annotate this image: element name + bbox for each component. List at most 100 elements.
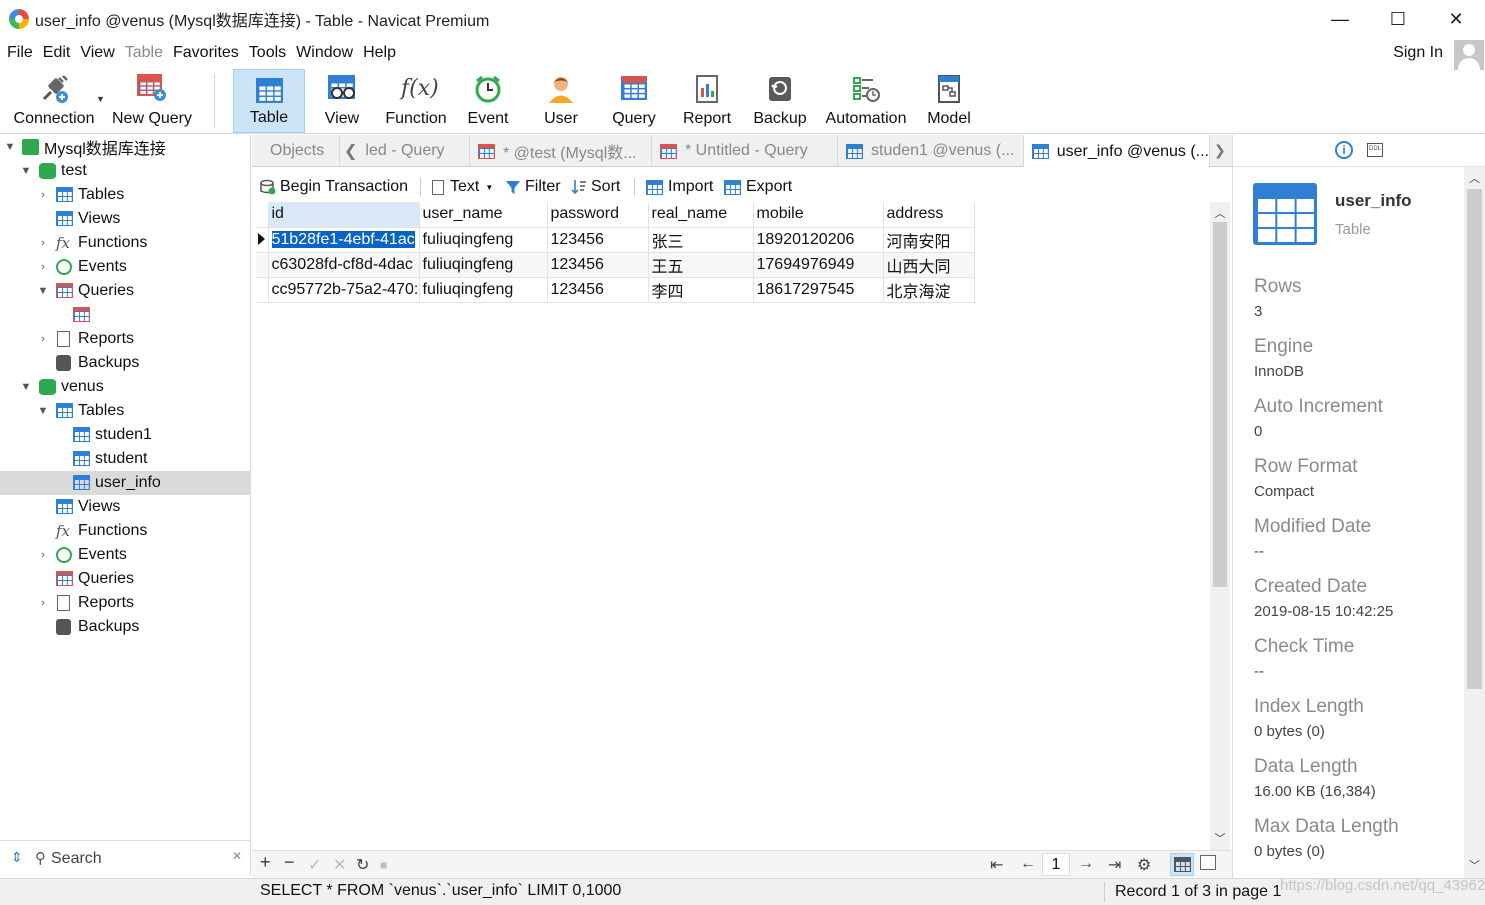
collapse-arrow-icon[interactable]: ▼ bbox=[36, 285, 50, 297]
row-header[interactable] bbox=[256, 252, 269, 278]
add-record-button[interactable]: + bbox=[260, 852, 271, 873]
tab-objects[interactable]: Objects bbox=[252, 135, 340, 167]
tree-test-backups[interactable]: Backups bbox=[0, 351, 250, 375]
scroll-right-icon[interactable]: ❯ bbox=[1214, 142, 1226, 159]
search-input[interactable]: Search bbox=[51, 850, 102, 868]
scrollbar-thumb[interactable] bbox=[1467, 189, 1482, 689]
tab-user-info[interactable]: user_info @venus (... bbox=[1024, 135, 1210, 168]
query-button[interactable]: Query bbox=[602, 69, 666, 133]
function-button[interactable]: f(x) Function bbox=[380, 69, 452, 133]
table-row[interactable]: c63028fd-cf8d-4dac fuliuqingfeng 123456 … bbox=[256, 252, 975, 278]
tree-test-query-item[interactable] bbox=[0, 303, 250, 327]
avatar-icon[interactable] bbox=[1454, 40, 1484, 70]
tree-connection[interactable]: ▼ Mysql数据库连接 bbox=[0, 135, 250, 159]
table-cell[interactable]: 李四 bbox=[648, 277, 754, 303]
collapse-arrow-icon[interactable]: ▼ bbox=[19, 165, 33, 177]
table-cell[interactable]: 18920120206 bbox=[753, 227, 884, 253]
connection-button[interactable]: Connection bbox=[8, 69, 100, 133]
sort-button[interactable]: Sort bbox=[571, 176, 620, 198]
tree-venus-functions[interactable]: fx Functions bbox=[0, 519, 250, 543]
begin-transaction-button[interactable]: Begin Transaction bbox=[260, 176, 408, 198]
menu-window[interactable]: Window bbox=[296, 44, 353, 62]
scroll-up-icon[interactable]: ︿ bbox=[1464, 170, 1485, 186]
tree-table-student[interactable]: student bbox=[0, 447, 250, 471]
tab-test-query[interactable]: * @test (Mysql数... bbox=[470, 135, 652, 167]
first-page-button[interactable]: ⇤ bbox=[990, 855, 1003, 875]
tree-test-queries[interactable]: ▼ Queries bbox=[0, 279, 250, 303]
collapse-arrow-icon[interactable]: ▼ bbox=[19, 381, 33, 393]
model-button[interactable]: Model bbox=[920, 69, 978, 133]
menu-favorites[interactable]: Favorites bbox=[173, 44, 239, 62]
clear-search-icon[interactable]: ✕ bbox=[232, 849, 242, 863]
table-cell[interactable]: 123456 bbox=[547, 227, 649, 253]
scroll-down-icon[interactable]: ﹀ bbox=[1464, 857, 1485, 873]
automation-button[interactable]: Automation bbox=[818, 69, 914, 133]
table-cell[interactable]: 山西大同 bbox=[883, 252, 975, 278]
form-view-button[interactable] bbox=[1200, 855, 1216, 874]
expand-arrow-icon[interactable]: › bbox=[36, 333, 50, 345]
table-row[interactable]: 51b28fe1-4ebf-41ac fuliuqingfeng 123456 … bbox=[256, 227, 975, 253]
table-row[interactable]: cc95772b-75a2-470: fuliuqingfeng 123456 … bbox=[256, 277, 975, 303]
close-button[interactable]: ✕ bbox=[1427, 0, 1485, 38]
table-cell[interactable]: 51b28fe1-4ebf-41ac bbox=[268, 227, 420, 253]
table-button[interactable]: Table bbox=[233, 69, 305, 133]
expand-arrow-icon[interactable]: › bbox=[36, 549, 50, 561]
column-header-mobile[interactable]: mobile bbox=[753, 202, 884, 228]
import-button[interactable]: Import bbox=[646, 176, 713, 198]
table-cell[interactable]: 123456 bbox=[547, 252, 649, 278]
page-number-input[interactable]: 1 bbox=[1042, 853, 1070, 876]
column-header-real-name[interactable]: real_name bbox=[648, 202, 754, 228]
table-cell[interactable]: 123456 bbox=[547, 277, 649, 303]
tree-table-studen1[interactable]: studen1 bbox=[0, 423, 250, 447]
new-query-button[interactable]: New Query bbox=[106, 69, 198, 133]
filter-toggle-icon[interactable]: ⇕ bbox=[11, 849, 23, 866]
scroll-up-icon[interactable]: ︿ bbox=[1210, 205, 1230, 221]
column-header-user-name[interactable]: user_name bbox=[419, 202, 548, 228]
ddl-icon[interactable]: DDL bbox=[1367, 143, 1383, 157]
last-page-button[interactable]: ⇥ bbox=[1108, 855, 1121, 875]
column-header-address[interactable]: address bbox=[883, 202, 975, 228]
sign-in-link[interactable]: Sign In bbox=[1393, 44, 1443, 62]
tab-query-1[interactable]: ❮ led - Query bbox=[340, 135, 470, 167]
current-row-indicator-icon[interactable] bbox=[256, 227, 269, 253]
row-header[interactable] bbox=[256, 277, 269, 303]
expand-arrow-icon[interactable]: › bbox=[36, 189, 50, 201]
table-cell[interactable]: 张三 bbox=[648, 227, 754, 253]
event-button[interactable]: Event bbox=[458, 69, 518, 133]
menu-help[interactable]: Help bbox=[363, 44, 396, 62]
view-button[interactable]: View bbox=[308, 69, 376, 133]
tree-venus-views[interactable]: Views bbox=[0, 495, 250, 519]
info-panel-scrollbar[interactable]: ︿ ﹀ bbox=[1464, 167, 1485, 878]
menu-table[interactable]: Table bbox=[125, 44, 163, 62]
refresh-button[interactable]: ↻ bbox=[356, 855, 369, 875]
tree-test-tables[interactable]: › Tables bbox=[0, 183, 250, 207]
tab-studen1[interactable]: studen1 @venus (... bbox=[838, 135, 1024, 167]
maximize-button[interactable]: ☐ bbox=[1369, 0, 1427, 38]
tree-test-events[interactable]: › Events bbox=[0, 255, 250, 279]
menu-tools[interactable]: Tools bbox=[249, 44, 286, 62]
discard-changes-button[interactable]: ✕ bbox=[333, 855, 346, 875]
menu-edit[interactable]: Edit bbox=[43, 44, 71, 62]
menu-view[interactable]: View bbox=[80, 44, 114, 62]
grid-view-button[interactable] bbox=[1170, 853, 1194, 876]
tree-db-venus[interactable]: ▼ venus bbox=[0, 375, 250, 399]
scroll-left-icon[interactable]: ❮ bbox=[344, 141, 357, 161]
filter-button[interactable]: Filter bbox=[505, 176, 561, 198]
export-button[interactable]: Export bbox=[724, 176, 792, 198]
tree-test-reports[interactable]: › Reports bbox=[0, 327, 250, 351]
previous-page-button[interactable]: ← bbox=[1020, 855, 1036, 873]
collapse-arrow-icon[interactable]: ▼ bbox=[3, 141, 17, 153]
backup-button[interactable]: Backup bbox=[748, 69, 812, 133]
table-cell[interactable]: 王五 bbox=[648, 252, 754, 278]
user-button[interactable]: User bbox=[530, 69, 592, 133]
tree-venus-queries[interactable]: Queries bbox=[0, 567, 250, 591]
tree-venus-tables[interactable]: ▼ Tables bbox=[0, 399, 250, 423]
apply-changes-button[interactable]: ✓ bbox=[308, 855, 321, 875]
table-cell[interactable]: 17694976949 bbox=[753, 252, 884, 278]
expand-arrow-icon[interactable]: › bbox=[36, 261, 50, 273]
delete-record-button[interactable]: − bbox=[284, 852, 295, 873]
expand-arrow-icon[interactable]: › bbox=[36, 597, 50, 609]
grid-vertical-scrollbar[interactable]: ︿ ﹀ bbox=[1210, 202, 1230, 850]
info-icon[interactable]: i bbox=[1335, 141, 1353, 159]
tree-venus-events[interactable]: › Events bbox=[0, 543, 250, 567]
